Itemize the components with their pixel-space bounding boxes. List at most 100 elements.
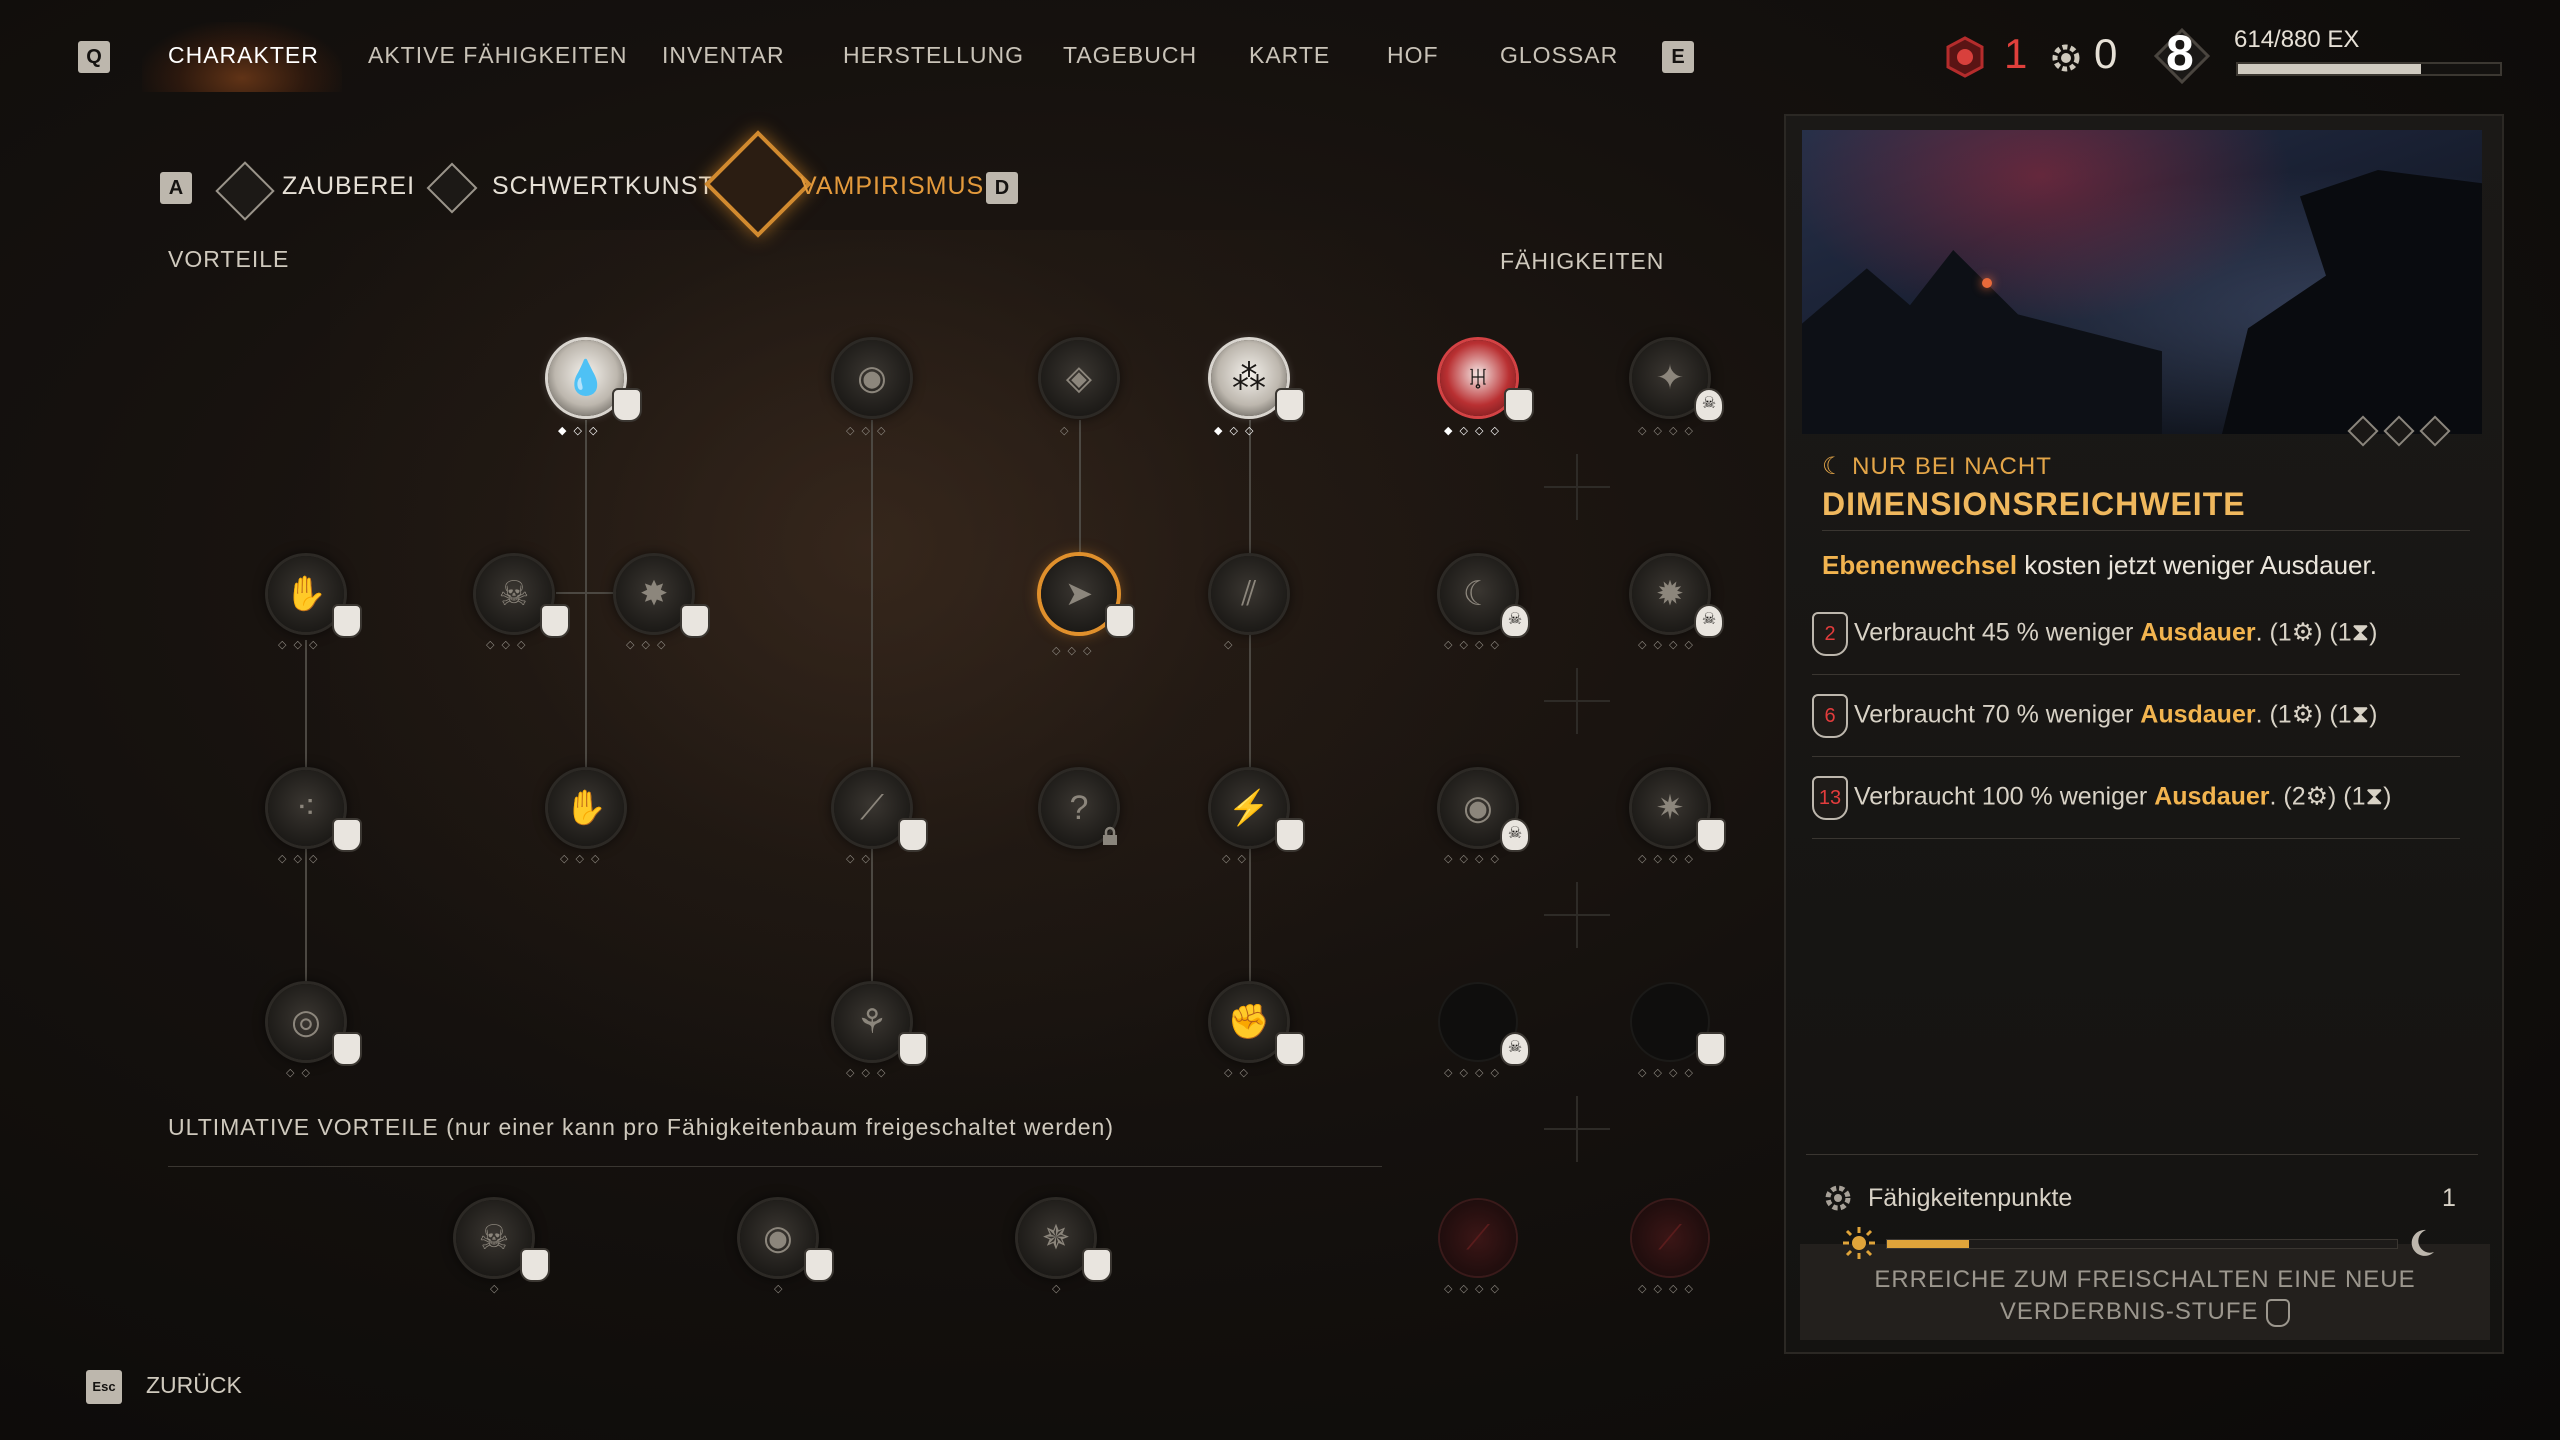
- xp-bar: [2236, 62, 2502, 76]
- unlock-line: VERDERBNIS-STUFE: [1800, 1296, 2490, 1328]
- vampire-fang-badge-icon: [1696, 818, 1726, 852]
- lock-icon: [1100, 826, 1120, 846]
- tab-herstellung[interactable]: HERSTELLUNG: [843, 42, 1024, 69]
- vampire-fang-badge-icon: [332, 1032, 362, 1066]
- ability-title: DIMENSIONSREICHWEITE: [1822, 486, 2246, 522]
- connector-line: [1079, 420, 1081, 560]
- ultimate-rank-pips: ◇: [774, 1283, 785, 1295]
- ultimate-ability-node-slash[interactable]: ⟋: [1632, 1200, 1708, 1276]
- title-divider: [1822, 530, 2470, 531]
- subtab-zauberei[interactable]: ZAUBEREI: [282, 172, 415, 201]
- ability-rank-pips: ◇ ◇ ◇ ◇: [1638, 1067, 1696, 1079]
- tier-keyword: Ausdauer: [2140, 618, 2256, 647]
- vampire-fang-badge-icon: [612, 388, 642, 422]
- ultimate-ability-node-claw[interactable]: ⟋: [1440, 1200, 1516, 1276]
- zauberei-icon: [215, 161, 275, 221]
- vampire-fang-badge-icon: [898, 1032, 928, 1066]
- perk-rank-pips: ◇ ◇ ◇: [278, 853, 320, 865]
- moon-icon: [2404, 1226, 2438, 1260]
- unlock-line-text: VERDERBNIS-STUFE: [1999, 1298, 2259, 1325]
- ability-separator-cross: [1544, 454, 1610, 520]
- description-keyword: Ebenenwechsel: [1822, 550, 2018, 580]
- tab-aktive-faehigkeiten[interactable]: AKTIVE FÄHIGKEITEN: [368, 42, 628, 69]
- ultimate-rank-pips: ◇ ◇ ◇ ◇: [1638, 1283, 1696, 1295]
- vampire-fang-badge-icon: [1275, 1032, 1305, 1066]
- nav-right-key[interactable]: E: [1662, 41, 1694, 73]
- night-only-tag: ☾ NUR BEI NACHT: [1822, 453, 2052, 480]
- tab-hof[interactable]: HOF: [1387, 42, 1439, 69]
- vampire-fang-badge-icon: [804, 1248, 834, 1282]
- tab-charakter[interactable]: CHARAKTER: [168, 42, 319, 69]
- ability-separator-cross: [1544, 882, 1610, 948]
- subtab-right-key[interactable]: D: [986, 172, 1018, 204]
- ultimates-divider: [168, 1166, 1382, 1167]
- perk-node-open-hand[interactable]: ✋: [548, 770, 624, 846]
- tab-karte[interactable]: KARTE: [1249, 42, 1330, 69]
- perk-rank-pips: ◇: [1224, 639, 1235, 651]
- ability-rank-pips: ◇ ◇ ◇ ◇: [1638, 639, 1696, 651]
- upgrade-tier: 13 Verbraucht 100 % weniger Ausdauer. (2⚙…: [1812, 776, 2391, 820]
- ultimate-rank-pips: ◇ ◇ ◇ ◇: [1444, 1283, 1502, 1295]
- tier-text: Verbraucht 45 % weniger: [1854, 618, 2141, 647]
- upgrade-tier: 6 Verbraucht 70 % weniger Ausdauer. (1⚙) …: [1812, 694, 2378, 738]
- skull-badge-icon: ☠: [1500, 1032, 1530, 1066]
- tab-inventar[interactable]: INVENTAR: [662, 42, 785, 69]
- skill-points-value: 0: [2094, 30, 2118, 77]
- tier-keyword: Ausdauer: [2140, 700, 2256, 729]
- nav-left-key[interactable]: Q: [78, 41, 110, 73]
- perk-node-slash[interactable]: ⫽: [1211, 556, 1287, 632]
- perk-rank-pips: ◆ ◇ ◇: [558, 425, 600, 437]
- vampirismus-icon: [704, 130, 812, 238]
- vampire-fang-badge-icon: [1082, 1248, 1112, 1282]
- ultimate-rank-pips: ◇: [1052, 1283, 1063, 1295]
- unlock-line: ERREICHE ZUM FREISCHALTEN EINE NEUE: [1874, 1266, 2416, 1293]
- mouth-icon: ◉: [857, 359, 887, 397]
- vampire-fang-badge-icon: [1275, 388, 1305, 422]
- ability-rank-pips: ◇ ◇ ◇ ◇: [1444, 853, 1502, 865]
- ultimate-rank-pips: ◇: [490, 1283, 501, 1295]
- perk-rank-pips: ◇ ◇: [1224, 1067, 1250, 1079]
- tier-text: Verbraucht 100 % weniger: [1854, 782, 2155, 811]
- claw-mark-icon: ⟋: [1466, 1219, 1490, 1257]
- ability-rank-pips: ◇ ◇ ◇ ◇: [1444, 1067, 1502, 1079]
- back-button[interactable]: ZURÜCK: [146, 1372, 242, 1399]
- tab-tagebuch[interactable]: TAGEBUCH: [1063, 42, 1197, 69]
- tab-glossar[interactable]: GLOSSAR: [1500, 42, 1618, 69]
- vampire-fang-badge-icon: [332, 604, 362, 638]
- connector-line: [585, 420, 587, 810]
- back-key[interactable]: Esc: [86, 1370, 122, 1404]
- top-navigation: Q CHARAKTER AKTIVE FÄHIGKEITEN INVENTAR …: [0, 0, 2560, 115]
- perk-rank-pips: ◇ ◇ ◇: [626, 639, 668, 651]
- ability-rank-pips: ◆ ◇ ◇ ◇: [1444, 425, 1502, 437]
- tier-divider: [1812, 838, 2460, 839]
- skill-point-gear-icon: [2048, 40, 2084, 76]
- corruption-progress-fill: [1887, 1240, 1969, 1248]
- connector-line: [1249, 420, 1251, 1020]
- vampire-fang-icon: [2266, 1298, 2291, 1327]
- slash-icon: ⫽: [1241, 575, 1257, 613]
- tier-level-badge: 6: [1812, 694, 1848, 738]
- subtab-schwertkunst[interactable]: SCHWERTKUNST: [492, 172, 715, 201]
- tier-cost: . (2⚙) (1⧗): [2269, 782, 2392, 811]
- subtab-vampirismus[interactable]: VAMPIRISMUS: [800, 172, 984, 201]
- vampire-fang-badge-icon: [540, 604, 570, 638]
- perk-node-eye[interactable]: ◈: [1041, 340, 1117, 416]
- open-hand-icon: ✋: [564, 789, 608, 827]
- ability-rank-pips: ◇ ◇ ◇ ◇: [1638, 425, 1696, 437]
- skull-badge-icon: ☠: [1694, 388, 1724, 422]
- skull-badge-icon: ☠: [1500, 818, 1530, 852]
- vampire-fang-badge-icon: [520, 1248, 550, 1282]
- perk-node-mouth[interactable]: ◉: [834, 340, 910, 416]
- perk-rank-pips: ◇ ◇: [1222, 853, 1248, 865]
- ultimates-heading: ULTIMATIVE VORTEILE (nur einer kann pro …: [168, 1114, 1115, 1140]
- corruption-value: 1: [2004, 30, 2028, 77]
- subtab-left-key[interactable]: A: [160, 172, 192, 204]
- corruption-icon: [1944, 36, 1986, 78]
- perks-heading: VORTEILE: [168, 246, 290, 272]
- level-value: 8: [2166, 25, 2194, 81]
- tier-level-badge: 13: [1812, 776, 1848, 820]
- corruption-progress-bar: [1886, 1239, 2398, 1249]
- upgrade-tier: 2 Verbraucht 45 % weniger Ausdauer. (1⚙) …: [1812, 612, 2378, 656]
- perk-rank-pips: ◇ ◇ ◇: [560, 853, 602, 865]
- xp-bar-fill: [2238, 64, 2421, 74]
